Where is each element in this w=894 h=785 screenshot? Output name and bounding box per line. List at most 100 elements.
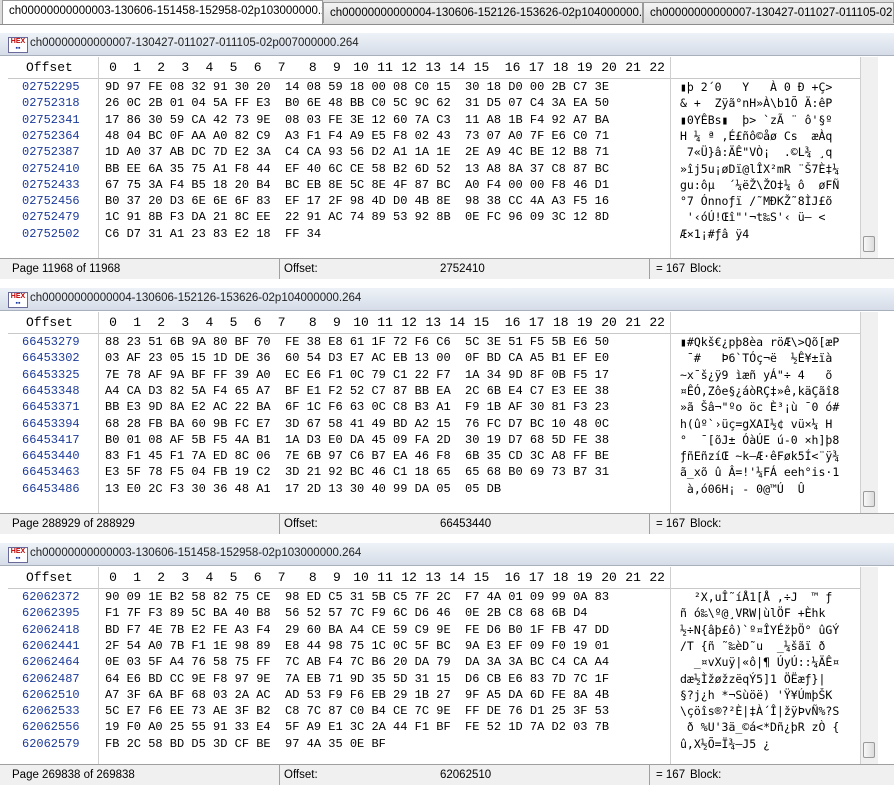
vertical-scrollbar[interactable] xyxy=(860,567,878,764)
hex-row[interactable]: 02752410 BB EE 6A 35 75 A1 F8 44 EF 40 6C… xyxy=(8,161,878,177)
row-hex-bytes[interactable]: FB 2C 58 BD D5 3D CF BE 97 4A 35 0E BF xyxy=(105,736,386,752)
row-hex-bytes[interactable]: 83 F1 45 F1 7A ED 8C 06 7E 6B 97 C6 B7 E… xyxy=(105,448,609,464)
row-hex-bytes[interactable]: A4 CA D3 82 5A F4 65 A7 BF E1 F2 52 C7 8… xyxy=(105,383,609,399)
hex-row[interactable]: 66453302 03 AF 23 05 15 1D DE 36 60 54 D3… xyxy=(8,350,878,366)
row-hex-bytes[interactable]: 13 E0 2C F3 30 36 48 A1 17 2D 13 30 40 9… xyxy=(105,481,501,497)
vertical-scrollbar[interactable] xyxy=(860,57,878,258)
row-hex-bytes[interactable]: 1C 91 8B F3 DA 21 8C EE 22 91 AC 74 89 5… xyxy=(105,209,609,225)
scrollbar-thumb[interactable] xyxy=(863,236,875,252)
row-ascii[interactable]: ▮#Qkš€¿pþ8èa röÆ\>Qõ[æP xyxy=(680,334,839,350)
row-hex-bytes[interactable]: E3 5F 78 F5 04 FB 19 C2 3D 21 92 BC 46 C… xyxy=(105,464,609,480)
hex-row[interactable]: 02752433 67 75 3A F4 B5 18 20 B4 BC EB 8E… xyxy=(8,177,878,193)
row-ascii[interactable]: ° ¯[õJ± ÓàÚE ú-0 ×h]þ8 xyxy=(680,432,839,448)
hex-row[interactable]: 02752364 48 04 BC 0F AA A0 82 C9 A3 F1 F4… xyxy=(8,128,878,144)
row-ascii[interactable]: h(ûº`›üç=gXAI½¢ vü×¼ H xyxy=(680,416,839,432)
hex-row[interactable]: 66453348 A4 CA D3 82 5A F4 65 A7 BF E1 F2… xyxy=(8,383,878,399)
row-hex-bytes[interactable]: 88 23 51 6B 9A 80 BF 70 FE 38 E8 61 1F 7… xyxy=(105,334,609,350)
hex-row[interactable]: 02752341 17 86 30 59 CA 42 73 9E 08 03 FE… xyxy=(8,112,878,128)
row-hex-bytes[interactable]: 67 75 3A F4 B5 18 20 B4 BC EB 8E 5C 8E 4… xyxy=(105,177,609,193)
row-ascii[interactable]: H ¼ ª ‚É£ñô©åø Cs æÀq xyxy=(680,128,832,144)
hex-row[interactable]: 66453394 68 28 FB BA 60 9B FC E7 3D 67 58… xyxy=(8,416,878,432)
row-hex-bytes[interactable]: C6 D7 31 A1 23 83 E2 18 FF 34 xyxy=(105,226,321,242)
row-hex-bytes[interactable]: BB E3 9D 8A E2 AC 22 BA 6F 1C F6 63 0C C… xyxy=(105,399,609,415)
row-hex-bytes[interactable]: 17 86 30 59 CA 42 73 9E 08 03 FE 3E 12 6… xyxy=(105,112,609,128)
tab-file-03[interactable]: ch00000000000003-130606-151458-152958-02… xyxy=(2,0,323,24)
hex-view[interactable]: Offset 0 1 2 3 4 5 6 7 8 9 10 11 12 13 14 15 16 17 18 19 20 21… xyxy=(8,312,878,513)
row-ascii[interactable]: ñ ó‰\º@¸VRW|ùlÖF +Èhk xyxy=(680,605,825,621)
hex-row[interactable]: 62062556 19 F0 A0 25 55 91 33 E4 5F A9 E1… xyxy=(8,719,878,735)
row-ascii[interactable]: ð %U'3ä_©á<*Dñ¿þR zÒ { xyxy=(680,719,839,735)
row-hex-bytes[interactable]: F1 7F F3 89 5C BA 40 B8 56 52 57 7C F9 6… xyxy=(105,605,587,621)
row-hex-bytes[interactable]: 68 28 FB BA 60 9B FC E7 3D 67 58 41 49 B… xyxy=(105,416,609,432)
row-ascii[interactable]: Æ×1¡#ƒâ ÿ4 xyxy=(680,226,749,242)
hex-row[interactable]: 02752387 1D A0 37 AB DC 7D E2 3A C4 CA 93… xyxy=(8,144,878,160)
row-ascii[interactable]: 7«Ü}â:ÄÊ"VÒ¡ .©L¾ ¸q xyxy=(680,144,832,160)
hex-row[interactable]: 62062372 90 09 1E B2 58 82 75 CE 98 ED C5… xyxy=(8,589,878,605)
row-hex-bytes[interactable]: 03 AF 23 05 15 1D DE 36 60 54 D3 E7 AC E… xyxy=(105,350,609,366)
row-hex-bytes[interactable]: 26 0C 2B 01 04 5A FF E3 B0 6E 48 BB C0 5… xyxy=(105,95,609,111)
row-ascii[interactable]: dæ½ÌžøžzëqÝ5]1 ÖËæƒ}| xyxy=(680,671,832,687)
row-hex-bytes[interactable]: BD F7 4E 7B E2 FE A3 F4 29 60 BA A4 CE 5… xyxy=(105,622,609,638)
row-hex-bytes[interactable]: 9D 97 FE 08 32 91 30 20 14 08 59 18 00 0… xyxy=(105,79,609,95)
hex-row[interactable]: 62062487 64 E6 BD CC 9E F8 97 9E 7A EB 71… xyxy=(8,671,878,687)
hex-row[interactable]: 62062441 2F 54 A0 7B F1 1E 98 89 E8 44 98… xyxy=(8,638,878,654)
hex-view[interactable]: Offset 0 1 2 3 4 5 6 7 8 9 10 11 12 13 14 15 16 17 18 19 20 21… xyxy=(8,567,878,764)
row-ascii[interactable]: ½÷N{âþ£ô)`º¤ÎYÉžþÖ° ûGÝ xyxy=(680,622,839,638)
hex-row[interactable]: 62062533 5C E7 F6 EE 73 AE 3F B2 C8 7C 87… xyxy=(8,703,878,719)
hex-row[interactable]: 62062464 0E 03 5F A4 76 58 75 FF 7C AB F4… xyxy=(8,654,878,670)
row-hex-bytes[interactable]: 0E 03 5F A4 76 58 75 FF 7C AB F4 7C B6 2… xyxy=(105,654,609,670)
hex-row[interactable]: 02752318 26 0C 2B 01 04 5A FF E3 B0 6E 48… xyxy=(8,95,878,111)
row-ascii[interactable]: à,ó06H¡ - 0@™Ú Û xyxy=(680,481,805,497)
row-ascii[interactable]: »ã Šâ¬"ºo öc È³¡ù ¯0 ó# xyxy=(680,399,839,415)
hex-row[interactable]: 66453486 13 E0 2C F3 30 36 48 A1 17 2D 13… xyxy=(8,481,878,497)
row-ascii[interactable]: /T {ñ ˜‰èD˜u _¼šãï ð xyxy=(680,638,839,654)
row-hex-bytes[interactable]: B0 37 20 D3 6E 6E 6F 83 EF 17 2F 98 4D D… xyxy=(105,193,609,209)
hex-row[interactable]: 66453440 83 F1 45 F1 7A ED 8C 06 7E 6B 97… xyxy=(8,448,878,464)
hex-row[interactable]: 62062510 A7 3F 6A BF 68 03 2A AC AD 53 F9… xyxy=(8,687,878,703)
row-ascii[interactable]: ▮þ 2´0 Y À 0 Ð +Ç> xyxy=(680,79,832,95)
hex-row[interactable]: 66453463 E3 5F 78 F5 04 FB 19 C2 3D 21 92… xyxy=(8,464,878,480)
row-ascii[interactable]: _¤vXuÿ|«ô|¶ ÚyÚ::¼ÄÊ¤ xyxy=(680,654,839,670)
row-ascii[interactable]: ƒñEñzíŒ ~k—Æ·êFøk5Í<¨ÿ¾ xyxy=(680,448,839,464)
row-hex-bytes[interactable]: BB EE 6A 35 75 A1 F8 44 EF 40 6C CE 58 B… xyxy=(105,161,609,177)
hex-row[interactable]: 62062418 BD F7 4E 7B E2 FE A3 F4 29 60 BA… xyxy=(8,622,878,638)
row-ascii[interactable]: ▮0YÊBs▮ þ> `zÃ ¨ ô'§º xyxy=(680,112,832,128)
tab-file-04[interactable]: ch00000000000004-130606-152126-153626-02… xyxy=(323,2,643,23)
row-ascii[interactable]: ã_xõ û Â=!'¼FÁ eeh°is·1 xyxy=(680,464,839,480)
row-hex-bytes[interactable]: A7 3F 6A BF 68 03 2A AC AD 53 F9 F6 EB 2… xyxy=(105,687,609,703)
hex-row[interactable]: 66453371 BB E3 9D 8A E2 AC 22 BA 6F 1C F6… xyxy=(8,399,878,415)
row-ascii[interactable]: '‹óÚ!Œî"'¬t‰S'‹ ü– < xyxy=(680,209,832,225)
row-hex-bytes[interactable]: 2F 54 A0 7B F1 1E 98 89 E8 44 98 75 1C 0… xyxy=(105,638,609,654)
row-hex-bytes[interactable]: 48 04 BC 0F AA A0 82 C9 A3 F1 F4 A9 E5 F… xyxy=(105,128,609,144)
row-ascii[interactable]: ²X‚uÎ˜íÅ1[Å ,÷J ™ ƒ xyxy=(680,589,832,605)
row-hex-bytes[interactable]: 19 F0 A0 25 55 91 33 E4 5F A9 E1 3C 2A 4… xyxy=(105,719,609,735)
tab-file-07[interactable]: ch00000000000007-130427-011027-011105-02… xyxy=(643,2,894,23)
row-ascii[interactable]: ¤ÊÓ‚Zôe§¿áòRÇ‡»ê,käÇãî8 xyxy=(680,383,839,399)
scrollbar-thumb[interactable] xyxy=(863,491,875,507)
hex-row[interactable]: 02752502 C6 D7 31 A1 23 83 E2 18 FF 34 Æ×1… xyxy=(8,226,878,242)
hex-row[interactable]: 66453417 B0 01 08 AF 5B F5 4A B1 1A D3 E0… xyxy=(8,432,878,448)
row-hex-bytes[interactable]: 5C E7 F6 EE 73 AE 3F B2 C8 7C 87 C0 B4 C… xyxy=(105,703,609,719)
row-ascii[interactable]: §?j¿h *¬­Sùöë) 'Ÿ¥ÚmþŠK xyxy=(680,687,832,703)
hex-row[interactable]: 66453279 88 23 51 6B 9A 80 BF 70 FE 38 E8… xyxy=(8,334,878,350)
hex-row[interactable]: 66453325 7E 78 AF 9A BF FF 39 A0 EC E6 F1… xyxy=(8,367,878,383)
row-ascii[interactable]: ¯# Þ6`TÓç¬ë ½Ê¥±ïà xyxy=(680,350,832,366)
scrollbar-thumb[interactable] xyxy=(863,742,875,758)
row-hex-bytes[interactable]: 90 09 1E B2 58 82 75 CE 98 ED C5 31 5B C… xyxy=(105,589,609,605)
hex-row[interactable]: 02752456 B0 37 20 D3 6E 6E 6F 83 EF 17 2F… xyxy=(8,193,878,209)
hex-row[interactable]: 62062579 FB 2C 58 BD D5 3D CF BE 97 4A 35… xyxy=(8,736,878,752)
row-ascii[interactable]: û,X½Õ=Ï¾—J5 ¿ xyxy=(680,736,770,752)
row-ascii[interactable]: ~x¯š¿ÿ9 ìæñ yÁ"÷ 4 õ xyxy=(680,367,832,383)
row-ascii[interactable]: »îj5u¡øDï@lÎX²mR ¨Š7È‡¼ xyxy=(680,161,839,177)
hex-row[interactable]: 02752479 1C 91 8B F3 DA 21 8C EE 22 91 AC… xyxy=(8,209,878,225)
row-hex-bytes[interactable]: 1D A0 37 AB DC 7D E2 3A C4 CA 93 56 D2 A… xyxy=(105,144,609,160)
row-hex-bytes[interactable]: B0 01 08 AF 5B F5 4A B1 1A D3 E0 DA 45 0… xyxy=(105,432,609,448)
row-hex-bytes[interactable]: 64 E6 BD CC 9E F8 97 9E 7A EB 71 9D 35 5… xyxy=(105,671,609,687)
row-hex-bytes[interactable]: 7E 78 AF 9A BF FF 39 A0 EC E6 F1 0C 79 C… xyxy=(105,367,609,383)
vertical-scrollbar[interactable] xyxy=(860,312,878,513)
hex-row[interactable]: 02752295 9D 97 FE 08 32 91 30 20 14 08 59… xyxy=(8,79,878,95)
hex-row[interactable]: 62062395 F1 7F F3 89 5C BA 40 B8 56 52 57… xyxy=(8,605,878,621)
row-ascii[interactable]: \çöîs®?²È|‡À´Î|žÿÞvÑ%?S xyxy=(680,703,839,719)
row-ascii[interactable]: & + Zÿã°nH»À\b1Õ Ä:êP xyxy=(680,95,832,111)
hex-view[interactable]: Offset 0 1 2 3 4 5 6 7 8 9 10 11 12 13 14 15 16 17 18 19 20 21… xyxy=(8,57,878,258)
